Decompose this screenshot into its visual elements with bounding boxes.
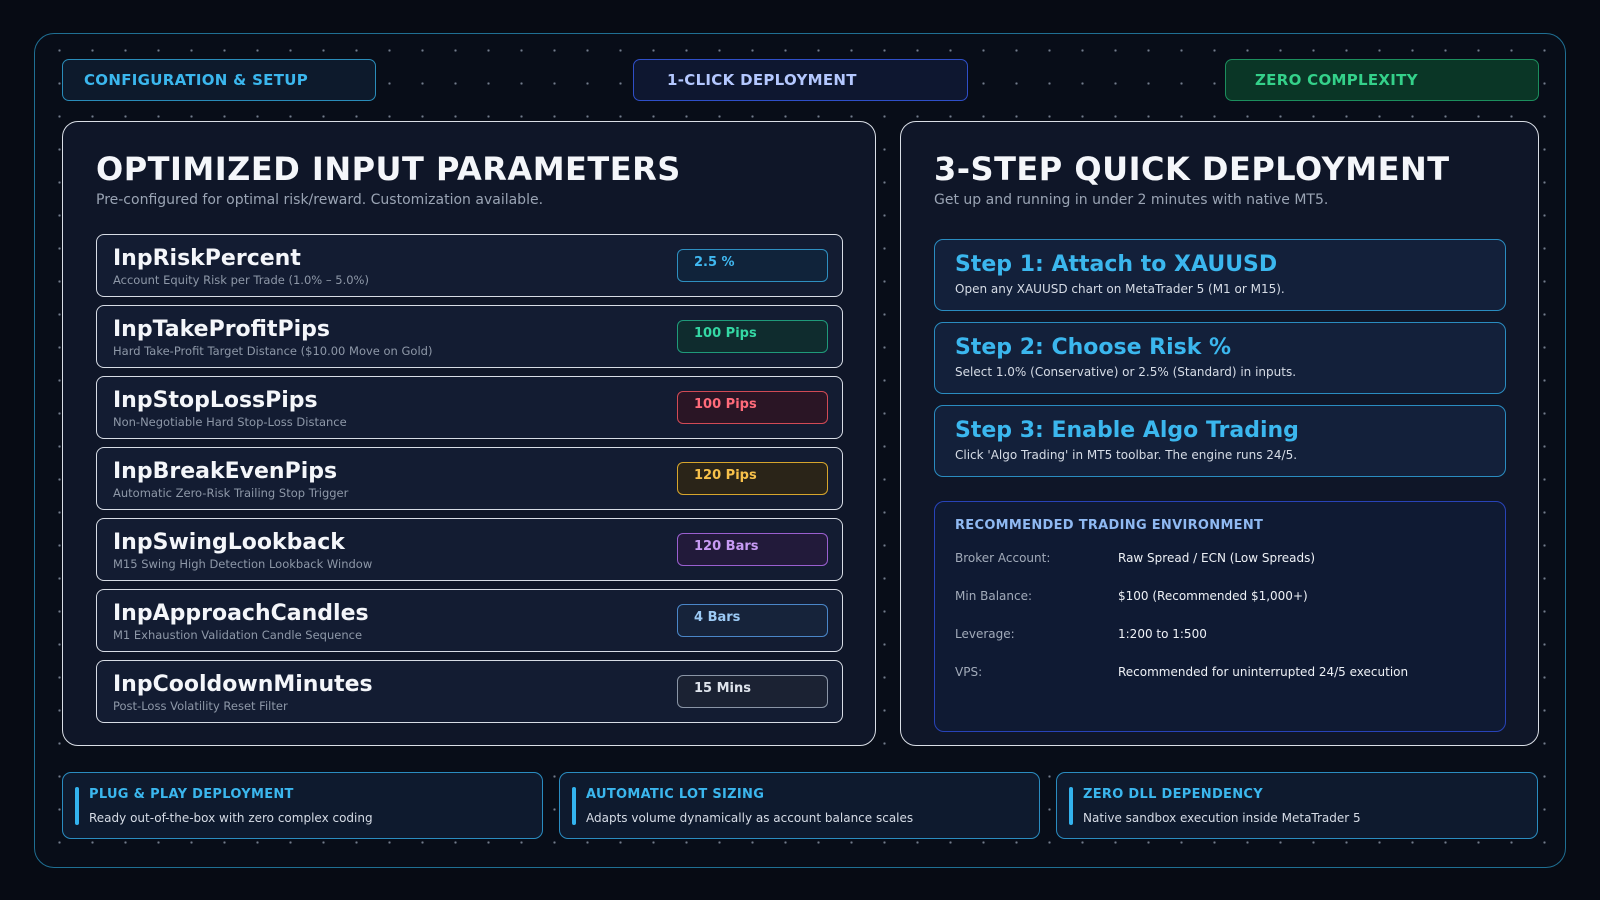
input-parameters-panel: OPTIMIZED INPUT PARAMETERS Pre-configure…	[62, 121, 876, 746]
environment-value: $100 (Recommended $1,000+)	[1118, 589, 1308, 603]
param-value-field[interactable]: 120 Pips	[677, 462, 828, 495]
environment-value: Raw Spread / ECN (Low Spreads)	[1118, 551, 1316, 565]
environment-label: Leverage:	[955, 627, 1015, 641]
feature-card-plug-and-play: PLUG & PLAY DEPLOYMENT Ready out-of-the-…	[62, 772, 543, 839]
param-value-field[interactable]: 120 Bars	[677, 533, 828, 566]
environment-label: Min Balance:	[955, 589, 1033, 603]
param-description: M15 Swing High Detection Lookback Window	[113, 557, 373, 571]
feature-description: Ready out-of-the-box with zero complex c…	[89, 811, 373, 825]
feature-description: Adapts volume dynamically as account bal…	[586, 811, 914, 825]
zero-complexity-tab[interactable]: ZERO COMPLEXITY	[1225, 59, 1539, 101]
feature-title: PLUG & PLAY DEPLOYMENT	[89, 787, 294, 802]
param-description: Account Equity Risk per Trade (1.0% – 5.…	[113, 273, 369, 287]
parameters-panel-subtitle: Pre-configured for optimal risk/reward. …	[96, 192, 544, 208]
feature-card-lot-sizing: AUTOMATIC LOT SIZING Adapts volume dynam…	[559, 772, 1040, 839]
param-name: InpStopLossPips	[113, 388, 318, 413]
step-card-attach[interactable]: Step 1: Attach to XAUUSD Open any XAUUSD…	[934, 239, 1506, 311]
step-description: Select 1.0% (Conservative) or 2.5% (Stan…	[955, 365, 1297, 379]
param-value-field[interactable]: 4 Bars	[677, 604, 828, 637]
param-row-take-profit-pips: InpTakeProfitPips Hard Take-Profit Targe…	[96, 305, 843, 368]
accent-bar	[1069, 787, 1073, 825]
accent-bar	[75, 787, 79, 825]
environment-value: Recommended for uninterrupted 24/5 execu…	[1118, 665, 1409, 679]
parameters-panel-title: OPTIMIZED INPUT PARAMETERS	[96, 150, 681, 188]
deployment-panel-title: 3-STEP QUICK DEPLOYMENT	[934, 150, 1450, 188]
param-row-approach-candles: InpApproachCandles M1 Exhaustion Validat…	[96, 589, 843, 652]
param-row-risk-percent: InpRiskPercent Account Equity Risk per T…	[96, 234, 843, 297]
param-name: InpRiskPercent	[113, 246, 301, 271]
step-title: Step 2: Choose Risk %	[955, 335, 1232, 360]
param-row-swing-lookback: InpSwingLookback M15 Swing High Detectio…	[96, 518, 843, 581]
feature-title: AUTOMATIC LOT SIZING	[586, 787, 765, 802]
trading-environment-card: RECOMMENDED TRADING ENVIRONMENT Broker A…	[934, 501, 1506, 732]
param-row-cooldown-minutes: InpCooldownMinutes Post-Loss Volatility …	[96, 660, 843, 723]
param-name: InpApproachCandles	[113, 601, 369, 626]
param-name: InpBreakEvenPips	[113, 459, 338, 484]
step-title: Step 3: Enable Algo Trading	[955, 418, 1299, 443]
one-click-deployment-label: 1-CLICK DEPLOYMENT	[667, 71, 857, 89]
environment-title: RECOMMENDED TRADING ENVIRONMENT	[955, 518, 1264, 533]
configuration-setup-label: CONFIGURATION & SETUP	[84, 71, 309, 89]
step-card-enable-algo[interactable]: Step 3: Enable Algo Trading Click 'Algo …	[934, 405, 1506, 477]
one-click-deployment-tab[interactable]: 1-CLICK DEPLOYMENT	[633, 59, 968, 101]
param-value-field[interactable]: 2.5 %	[677, 249, 828, 282]
param-description: Post-Loss Volatility Reset Filter	[113, 699, 288, 713]
param-description: Non-Negotiable Hard Stop-Loss Distance	[113, 415, 347, 429]
param-description: Automatic Zero-Risk Trailing Stop Trigge…	[113, 486, 349, 500]
param-value-field[interactable]: 100 Pips	[677, 391, 828, 424]
param-value-field[interactable]: 100 Pips	[677, 320, 828, 353]
step-card-choose-risk[interactable]: Step 2: Choose Risk % Select 1.0% (Conse…	[934, 322, 1506, 394]
quick-deployment-panel: 3-STEP QUICK DEPLOYMENT Get up and runni…	[900, 121, 1539, 746]
param-row-break-even-pips: InpBreakEvenPips Automatic Zero-Risk Tra…	[96, 447, 843, 510]
param-description: Hard Take-Profit Target Distance ($10.00…	[113, 344, 433, 358]
accent-bar	[572, 787, 576, 825]
zero-complexity-label: ZERO COMPLEXITY	[1255, 71, 1418, 89]
param-value-field[interactable]: 15 Mins	[677, 675, 828, 708]
param-name: InpCooldownMinutes	[113, 672, 373, 697]
param-name: InpTakeProfitPips	[113, 317, 330, 342]
param-row-stop-loss-pips: InpStopLossPips Non-Negotiable Hard Stop…	[96, 376, 843, 439]
feature-description: Native sandbox execution inside MetaTrad…	[1083, 811, 1361, 825]
feature-title: ZERO DLL DEPENDENCY	[1083, 787, 1263, 802]
configuration-setup-tab[interactable]: CONFIGURATION & SETUP	[62, 59, 376, 101]
step-description: Click 'Algo Trading' in MT5 toolbar. The…	[955, 448, 1298, 462]
deployment-panel-subtitle: Get up and running in under 2 minutes wi…	[934, 192, 1329, 208]
step-title: Step 1: Attach to XAUUSD	[955, 252, 1278, 277]
step-description: Open any XAUUSD chart on MetaTrader 5 (M…	[955, 282, 1285, 296]
feature-card-zero-dll: ZERO DLL DEPENDENCY Native sandbox execu…	[1056, 772, 1538, 839]
environment-label: VPS:	[955, 665, 983, 679]
environment-value: 1:200 to 1:500	[1118, 627, 1207, 641]
environment-label: Broker Account:	[955, 551, 1051, 565]
param-description: M1 Exhaustion Validation Candle Sequence	[113, 628, 363, 642]
param-name: InpSwingLookback	[113, 530, 345, 555]
